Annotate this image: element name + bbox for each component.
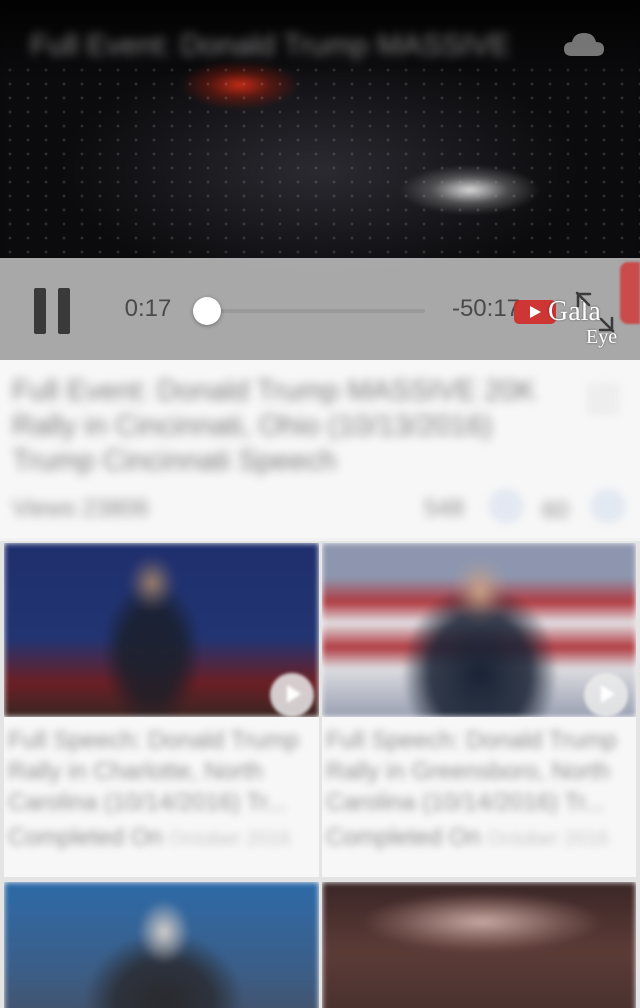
video-crowd-texture xyxy=(0,60,640,260)
related-video-status: Completed On xyxy=(8,824,163,851)
cloud-icon[interactable] xyxy=(562,30,606,58)
pause-icon xyxy=(34,288,46,334)
pause-button[interactable] xyxy=(30,288,74,334)
related-video-date: October 2016 xyxy=(169,828,291,850)
view-count: Views 23806 xyxy=(12,495,149,522)
scrubber-thumb[interactable] xyxy=(193,297,221,325)
related-video-date: October 2016 xyxy=(487,828,609,850)
video-thumbnail[interactable] xyxy=(322,882,636,1008)
share-icon[interactable] xyxy=(586,382,620,416)
elapsed-time: 0:17 xyxy=(124,295,172,322)
like-count: 548 xyxy=(424,495,465,522)
related-video-status: Completed On xyxy=(326,824,481,851)
video-thumbnail[interactable] xyxy=(322,543,636,717)
player-title: Full Event: Donald Trump MASSIVE xyxy=(30,29,511,62)
scrubber-track[interactable] xyxy=(207,309,425,313)
thumbnail-image xyxy=(322,882,636,1008)
related-video-card[interactable]: Full Speech: Donald Trump Rally in Charl… xyxy=(4,543,319,877)
related-video-meta: Completed On October 2016 xyxy=(8,823,308,854)
thumbnail-image xyxy=(4,882,319,1008)
related-video-card[interactable] xyxy=(322,882,636,1008)
thumbs-up-icon[interactable] xyxy=(488,488,524,524)
related-video-title[interactable]: Full Speech: Donald Trump Rally in Green… xyxy=(326,725,626,818)
thumbs-down-icon[interactable] xyxy=(590,488,626,524)
related-video-card[interactable]: Full Speech: Donald Trump Rally in Green… xyxy=(322,543,636,877)
dislike-count: 60 xyxy=(542,497,569,524)
related-video-title[interactable]: Full Speech: Donald Trump Rally in Charl… xyxy=(8,725,308,818)
pause-icon-bar xyxy=(58,288,70,334)
related-video-card[interactable] xyxy=(4,882,319,1008)
video-thumbnail[interactable] xyxy=(4,882,319,1008)
play-icon[interactable] xyxy=(270,673,314,717)
related-video-meta: Completed On October 2016 xyxy=(326,823,626,854)
video-title: Full Event: Donald Trump MASSIVE 20K Ral… xyxy=(12,375,536,477)
video-thumbnail[interactable] xyxy=(4,543,319,717)
play-icon[interactable] xyxy=(584,673,628,717)
fullscreen-icon[interactable] xyxy=(572,290,618,334)
